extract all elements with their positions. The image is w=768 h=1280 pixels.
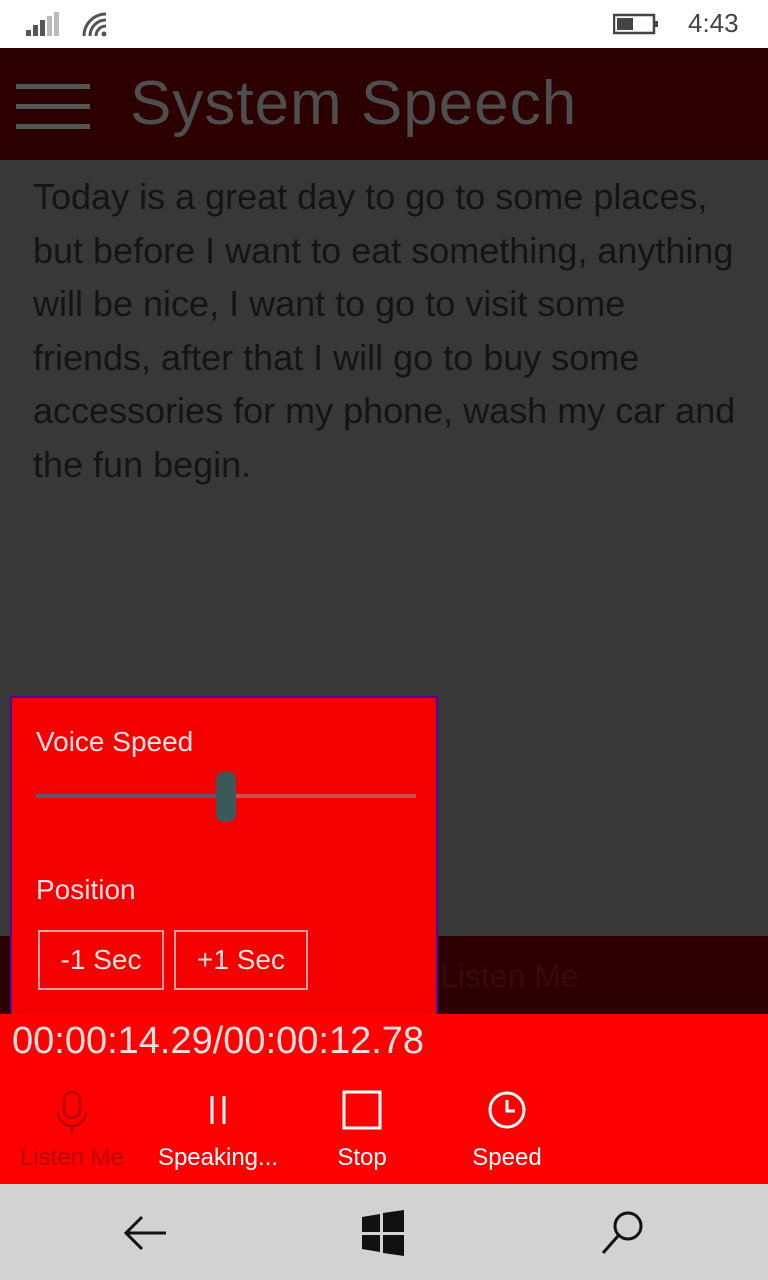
voice-speed-label: Voice Speed bbox=[36, 726, 194, 757]
slider-thumb[interactable] bbox=[216, 772, 236, 822]
minus-one-second-button[interactable]: -1 Sec bbox=[38, 930, 164, 990]
listen-me-button[interactable]: Listen Me bbox=[0, 1090, 147, 1180]
pause-icon bbox=[210, 1096, 226, 1124]
windows-start-icon[interactable] bbox=[358, 1208, 408, 1258]
speaking-pause-button[interactable]: Speaking... bbox=[143, 1090, 293, 1180]
status-bar: 4:43 bbox=[0, 0, 768, 48]
stop-icon bbox=[342, 1090, 382, 1130]
obscured-listen-text: Listen Me bbox=[440, 958, 579, 994]
wifi-icon bbox=[82, 12, 107, 37]
clock-icon bbox=[488, 1091, 526, 1129]
plus-one-second-button[interactable]: +1 Sec bbox=[174, 930, 308, 990]
slider-fill bbox=[36, 794, 226, 798]
listen-me-label: Listen Me bbox=[19, 1144, 125, 1171]
navigation-bar bbox=[0, 1184, 768, 1280]
stop-label: Stop bbox=[337, 1144, 387, 1171]
back-arrow-icon[interactable] bbox=[120, 1208, 170, 1258]
signal-strength-icon bbox=[26, 12, 60, 36]
speech-text: Today is a great day to go to some place… bbox=[33, 176, 736, 485]
clock: 4:43 bbox=[688, 8, 739, 38]
command-bar: 00:00:14.29/00:00:12.78 Listen Me Speaki… bbox=[0, 1014, 768, 1184]
timecode: 00:00:14.29/00:00:12.78 bbox=[12, 1020, 425, 1062]
battery-icon bbox=[613, 13, 658, 35]
speed-flyout: Voice Speed Position -1 Sec +1 Sec bbox=[10, 696, 438, 1026]
speaking-label: Speaking... bbox=[157, 1144, 279, 1171]
app-header: System Speech bbox=[0, 48, 768, 160]
hamburger-menu-icon[interactable] bbox=[16, 84, 90, 130]
speed-label: Speed bbox=[472, 1144, 542, 1171]
search-icon[interactable] bbox=[598, 1208, 648, 1258]
speed-button[interactable]: Speed bbox=[432, 1090, 582, 1180]
microphone-icon bbox=[56, 1090, 88, 1133]
app-title: System Speech bbox=[130, 69, 578, 138]
stop-button[interactable]: Stop bbox=[287, 1090, 437, 1180]
position-label: Position bbox=[36, 874, 136, 905]
